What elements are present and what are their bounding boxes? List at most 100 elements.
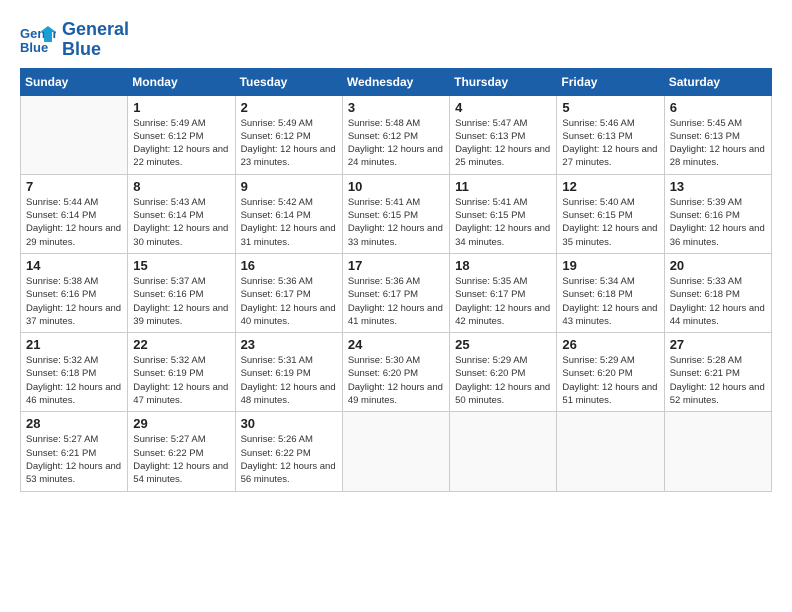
calendar-cell xyxy=(342,412,449,491)
calendar-cell: 5 Sunrise: 5:46 AM Sunset: 6:13 PM Daylig… xyxy=(557,95,664,174)
day-info: Sunrise: 5:32 AM Sunset: 6:19 PM Dayligh… xyxy=(133,354,229,407)
calendar-cell: 15 Sunrise: 5:37 AM Sunset: 6:16 PM Dayli… xyxy=(128,253,235,332)
day-number: 11 xyxy=(455,179,551,194)
calendar-cell: 9 Sunrise: 5:42 AM Sunset: 6:14 PM Daylig… xyxy=(235,174,342,253)
day-info: Sunrise: 5:27 AM Sunset: 6:22 PM Dayligh… xyxy=(133,433,229,486)
calendar-cell: 21 Sunrise: 5:32 AM Sunset: 6:18 PM Dayli… xyxy=(21,333,128,412)
calendar-cell xyxy=(557,412,664,491)
day-info: Sunrise: 5:29 AM Sunset: 6:20 PM Dayligh… xyxy=(562,354,658,407)
day-info: Sunrise: 5:36 AM Sunset: 6:17 PM Dayligh… xyxy=(241,275,337,328)
weekday-header-thursday: Thursday xyxy=(450,68,557,95)
day-number: 22 xyxy=(133,337,229,352)
day-number: 25 xyxy=(455,337,551,352)
calendar-cell: 14Sunrise: 5:38 AM Sunset: 6:16 PM Dayli… xyxy=(21,253,128,332)
calendar-cell: 30 Sunrise: 5:26 AM Sunset: 6:22 PM Dayli… xyxy=(235,412,342,491)
day-number: 18 xyxy=(455,258,551,273)
day-info: Sunrise: 5:44 AM Sunset: 6:14 PM Dayligh… xyxy=(26,196,122,249)
day-number: 6 xyxy=(670,100,766,115)
day-number: 5 xyxy=(562,100,658,115)
calendar-cell: 17Sunrise: 5:36 AM Sunset: 6:17 PM Dayli… xyxy=(342,253,449,332)
day-info: Sunrise: 5:39 AM Sunset: 6:16 PM Dayligh… xyxy=(670,196,766,249)
calendar-cell: 4 Sunrise: 5:47 AM Sunset: 6:13 PM Daylig… xyxy=(450,95,557,174)
day-info: Sunrise: 5:36 AM Sunset: 6:17 PM Dayligh… xyxy=(348,275,444,328)
day-info: Sunrise: 5:37 AM Sunset: 6:16 PM Dayligh… xyxy=(133,275,229,328)
svg-text:Blue: Blue xyxy=(20,40,48,55)
day-number: 21 xyxy=(26,337,122,352)
day-number: 20 xyxy=(670,258,766,273)
day-number: 29 xyxy=(133,416,229,431)
day-number: 16 xyxy=(241,258,337,273)
calendar-cell xyxy=(21,95,128,174)
day-info: Sunrise: 5:45 AM Sunset: 6:13 PM Dayligh… xyxy=(670,117,766,170)
calendar-cell: 10Sunrise: 5:41 AM Sunset: 6:15 PM Dayli… xyxy=(342,174,449,253)
logo-text: General Blue xyxy=(62,20,129,60)
calendar-week-3: 14Sunrise: 5:38 AM Sunset: 6:16 PM Dayli… xyxy=(21,253,772,332)
day-info: Sunrise: 5:32 AM Sunset: 6:18 PM Dayligh… xyxy=(26,354,122,407)
day-info: Sunrise: 5:48 AM Sunset: 6:12 PM Dayligh… xyxy=(348,117,444,170)
calendar-cell: 1 Sunrise: 5:49 AM Sunset: 6:12 PM Daylig… xyxy=(128,95,235,174)
day-number: 24 xyxy=(348,337,444,352)
calendar-cell: 26 Sunrise: 5:29 AM Sunset: 6:20 PM Dayli… xyxy=(557,333,664,412)
page-header: General Blue General Blue xyxy=(20,20,772,60)
calendar-cell: 8 Sunrise: 5:43 AM Sunset: 6:14 PM Daylig… xyxy=(128,174,235,253)
day-info: Sunrise: 5:26 AM Sunset: 6:22 PM Dayligh… xyxy=(241,433,337,486)
calendar-cell: 29 Sunrise: 5:27 AM Sunset: 6:22 PM Dayli… xyxy=(128,412,235,491)
day-info: Sunrise: 5:29 AM Sunset: 6:20 PM Dayligh… xyxy=(455,354,551,407)
day-info: Sunrise: 5:41 AM Sunset: 6:15 PM Dayligh… xyxy=(455,196,551,249)
day-info: Sunrise: 5:28 AM Sunset: 6:21 PM Dayligh… xyxy=(670,354,766,407)
day-number: 27 xyxy=(670,337,766,352)
calendar-cell: 11 Sunrise: 5:41 AM Sunset: 6:15 PM Dayli… xyxy=(450,174,557,253)
day-number: 2 xyxy=(241,100,337,115)
day-info: Sunrise: 5:31 AM Sunset: 6:19 PM Dayligh… xyxy=(241,354,337,407)
calendar-table: SundayMondayTuesdayWednesdayThursdayFrid… xyxy=(20,68,772,492)
calendar-cell: 3 Sunrise: 5:48 AM Sunset: 6:12 PM Daylig… xyxy=(342,95,449,174)
day-number: 13 xyxy=(670,179,766,194)
day-number: 28 xyxy=(26,416,122,431)
day-number: 14 xyxy=(26,258,122,273)
calendar-cell: 28 Sunrise: 5:27 AM Sunset: 6:21 PM Dayli… xyxy=(21,412,128,491)
day-number: 10 xyxy=(348,179,444,194)
day-info: Sunrise: 5:40 AM Sunset: 6:15 PM Dayligh… xyxy=(562,196,658,249)
weekday-header-wednesday: Wednesday xyxy=(342,68,449,95)
day-number: 26 xyxy=(562,337,658,352)
day-number: 7 xyxy=(26,179,122,194)
day-number: 19 xyxy=(562,258,658,273)
day-number: 8 xyxy=(133,179,229,194)
calendar-cell: 13 Sunrise: 5:39 AM Sunset: 6:16 PM Dayli… xyxy=(664,174,771,253)
calendar-week-5: 28 Sunrise: 5:27 AM Sunset: 6:21 PM Dayli… xyxy=(21,412,772,491)
weekday-header-friday: Friday xyxy=(557,68,664,95)
calendar-week-4: 21 Sunrise: 5:32 AM Sunset: 6:18 PM Dayli… xyxy=(21,333,772,412)
calendar-week-2: 7 Sunrise: 5:44 AM Sunset: 6:14 PM Daylig… xyxy=(21,174,772,253)
day-info: Sunrise: 5:34 AM Sunset: 6:18 PM Dayligh… xyxy=(562,275,658,328)
day-number: 15 xyxy=(133,258,229,273)
calendar-cell: 22 Sunrise: 5:32 AM Sunset: 6:19 PM Dayli… xyxy=(128,333,235,412)
day-info: Sunrise: 5:42 AM Sunset: 6:14 PM Dayligh… xyxy=(241,196,337,249)
day-number: 1 xyxy=(133,100,229,115)
calendar-cell: 12Sunrise: 5:40 AM Sunset: 6:15 PM Dayli… xyxy=(557,174,664,253)
day-info: Sunrise: 5:30 AM Sunset: 6:20 PM Dayligh… xyxy=(348,354,444,407)
day-info: Sunrise: 5:35 AM Sunset: 6:17 PM Dayligh… xyxy=(455,275,551,328)
weekday-header-saturday: Saturday xyxy=(664,68,771,95)
logo: General Blue General Blue xyxy=(20,20,129,60)
day-info: Sunrise: 5:43 AM Sunset: 6:14 PM Dayligh… xyxy=(133,196,229,249)
calendar-cell: 7 Sunrise: 5:44 AM Sunset: 6:14 PM Daylig… xyxy=(21,174,128,253)
weekday-header-row: SundayMondayTuesdayWednesdayThursdayFrid… xyxy=(21,68,772,95)
calendar-cell: 20 Sunrise: 5:33 AM Sunset: 6:18 PM Dayli… xyxy=(664,253,771,332)
calendar-cell: 18 Sunrise: 5:35 AM Sunset: 6:17 PM Dayli… xyxy=(450,253,557,332)
day-info: Sunrise: 5:27 AM Sunset: 6:21 PM Dayligh… xyxy=(26,433,122,486)
calendar-cell xyxy=(664,412,771,491)
calendar-week-1: 1 Sunrise: 5:49 AM Sunset: 6:12 PM Daylig… xyxy=(21,95,772,174)
calendar-cell xyxy=(450,412,557,491)
day-info: Sunrise: 5:49 AM Sunset: 6:12 PM Dayligh… xyxy=(133,117,229,170)
day-number: 3 xyxy=(348,100,444,115)
day-info: Sunrise: 5:47 AM Sunset: 6:13 PM Dayligh… xyxy=(455,117,551,170)
day-number: 9 xyxy=(241,179,337,194)
day-info: Sunrise: 5:46 AM Sunset: 6:13 PM Dayligh… xyxy=(562,117,658,170)
day-info: Sunrise: 5:33 AM Sunset: 6:18 PM Dayligh… xyxy=(670,275,766,328)
day-number: 4 xyxy=(455,100,551,115)
calendar-cell: 2Sunrise: 5:49 AM Sunset: 6:12 PM Daylig… xyxy=(235,95,342,174)
calendar-cell: 23Sunrise: 5:31 AM Sunset: 6:19 PM Dayli… xyxy=(235,333,342,412)
logo-icon: General Blue xyxy=(20,22,56,58)
day-number: 30 xyxy=(241,416,337,431)
calendar-cell: 6 Sunrise: 5:45 AM Sunset: 6:13 PM Daylig… xyxy=(664,95,771,174)
